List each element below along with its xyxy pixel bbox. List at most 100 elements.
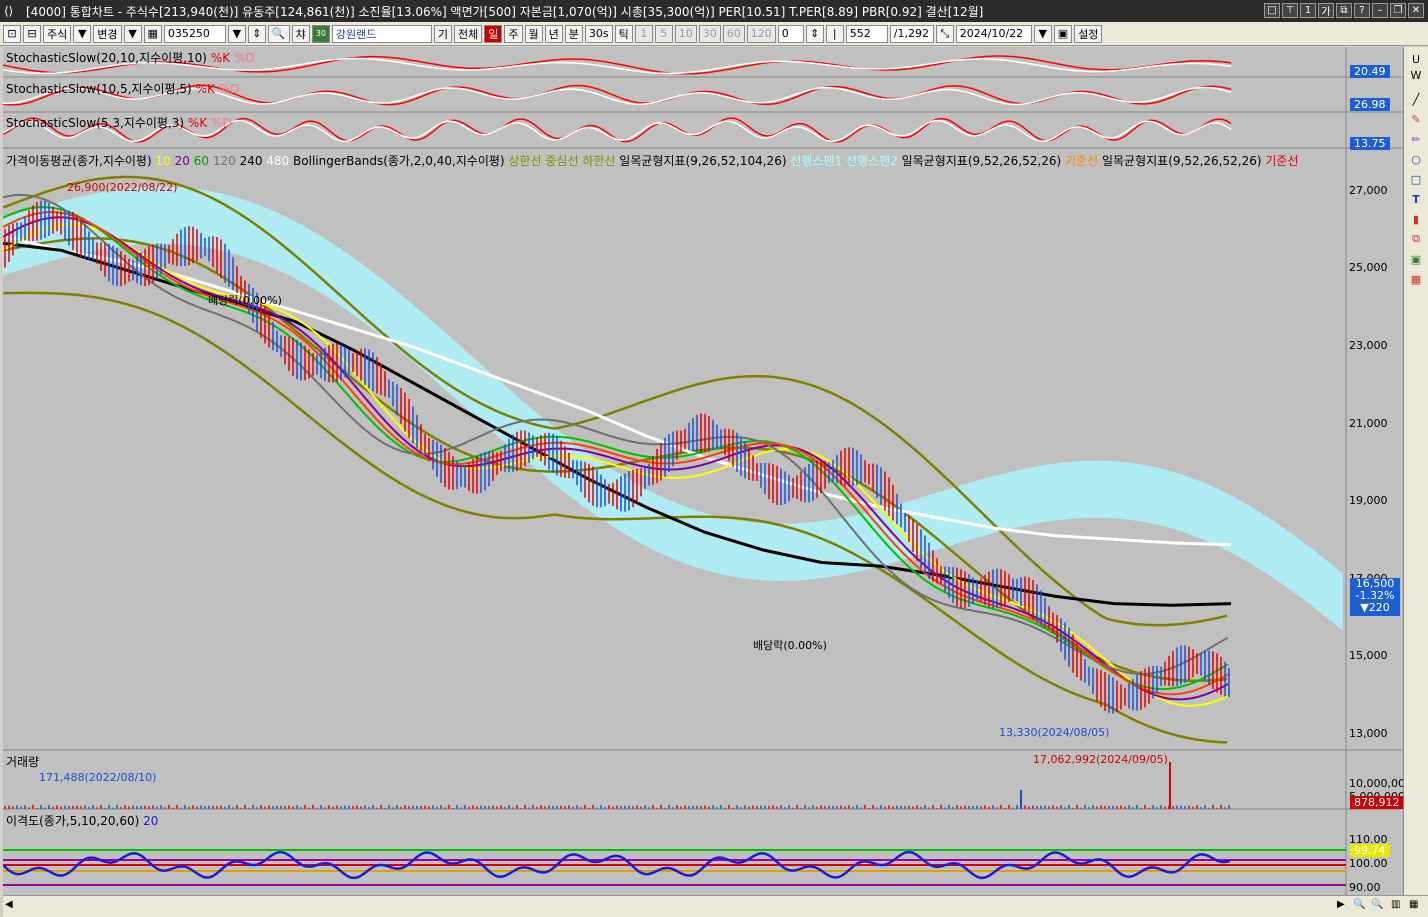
- zoom-in-icon[interactable]: 🔍: [1353, 899, 1365, 910]
- num-60[interactable]: 60: [722, 24, 745, 43]
- current-price-badge: 16,500 -1.32% ▼220: [1350, 578, 1400, 616]
- stoch2-value: 26.98: [1350, 98, 1390, 111]
- search-icon[interactable]: 🔍: [267, 24, 290, 43]
- layout-icon[interactable]: ⊡: [3, 24, 21, 43]
- disparity-ytick-90: 90.00: [1349, 881, 1381, 894]
- zoom-out-icon[interactable]: 🔍: [1371, 899, 1383, 910]
- code-button[interactable]: 30: [311, 24, 330, 43]
- ytick-27000: 27,000: [1349, 184, 1388, 197]
- period-day[interactable]: 일: [484, 24, 503, 43]
- window-title: [4000] 통합차트 - 주식수[213,940(천)] 유동주[124,86…: [26, 4, 984, 19]
- volume-peak-annotation: 17,062,992(2024/09/05): [1033, 753, 1168, 766]
- chevron-down-icon[interactable]: ▼: [227, 24, 246, 43]
- candle-icon[interactable]: ▮: [1408, 211, 1424, 227]
- ellipse-icon[interactable]: ○: [1408, 151, 1424, 167]
- stoch1-value: 20.49: [1350, 65, 1390, 78]
- stoch3-label: StochasticSlow(5,3,지수이평,3) %K %D: [6, 116, 232, 130]
- pen-icon[interactable]: ✎: [1408, 111, 1424, 127]
- scroll-right-icon[interactable]: ▶: [1337, 899, 1345, 910]
- save-layout-icon[interactable]: ⊟: [23, 24, 41, 43]
- dividend-annotation-1: 배당락(0.00%): [208, 294, 282, 307]
- disparity-ytick-100: 100.00: [1349, 857, 1388, 870]
- spinner-icon[interactable]: ⇕: [247, 24, 266, 43]
- image-icon[interactable]: ▣: [1408, 251, 1424, 267]
- disparity-label: 이격도(종가,5,10,20,60) 20: [6, 814, 159, 828]
- save-icon[interactable]: ▣: [1053, 24, 1073, 43]
- minimize-icon[interactable]: –: [1372, 3, 1388, 18]
- chart-area[interactable]: StochasticSlow(20,10,지수이평,10) %K %D 20.4…: [3, 47, 1412, 895]
- stock-name-field[interactable]: 강원랜드: [331, 24, 432, 43]
- bar-icon[interactable]: |: [825, 24, 844, 43]
- trendline-icon[interactable]: ╱: [1408, 91, 1424, 107]
- num-5[interactable]: 5: [654, 24, 673, 43]
- restore-icon[interactable]: □: [1264, 3, 1280, 18]
- period-tick[interactable]: 틱: [614, 24, 633, 43]
- grid-icon[interactable]: ▦: [1409, 899, 1418, 910]
- period-30s[interactable]: 30s: [584, 24, 613, 43]
- num-1[interactable]: 1: [634, 24, 653, 43]
- title-bar: ⟨⟩ [4000] 통합차트 - 주식수[213,940(천)] 유동주[124…: [0, 0, 1428, 22]
- count-input[interactable]: 552: [845, 24, 888, 43]
- window-controls: □ ⊤ 1 가 ⧉ ? – ❐ ✕: [1264, 3, 1424, 18]
- price-panel-legend: 가격이동평균(종가,지수이평) 10 20 60 120 240 480 Bol…: [6, 154, 1299, 168]
- zero-input[interactable]: 0: [777, 24, 804, 43]
- grid-icon[interactable]: ▦: [1408, 271, 1424, 287]
- close-icon[interactable]: ✕: [1408, 3, 1424, 18]
- unit-icon[interactable]: U: [1408, 51, 1424, 67]
- marker-icon[interactable]: ✏: [1408, 131, 1424, 147]
- stoch3-value: 13.75: [1350, 137, 1390, 150]
- copy-icon[interactable]: ⧉: [1408, 231, 1424, 247]
- zoom-icon[interactable]: ⤡: [935, 24, 954, 43]
- ichimoku-cloud: [3, 186, 1343, 631]
- chart-canvas[interactable]: [3, 47, 1403, 895]
- rectangle-icon[interactable]: □: [1408, 171, 1424, 187]
- num-30[interactable]: 30: [698, 24, 721, 43]
- num-10[interactable]: 10: [674, 24, 697, 43]
- spinner-icon[interactable]: ⇕: [805, 24, 824, 43]
- chevron-down-icon[interactable]: ▼: [123, 24, 142, 43]
- volume-label: 거래량: [6, 755, 40, 769]
- stock-code-input[interactable]: 035250: [163, 24, 226, 43]
- app-logo-icon: ⟨⟩: [4, 4, 14, 18]
- chevron-down-icon[interactable]: ▼: [73, 24, 92, 43]
- ytick-15000: 15,000: [1349, 649, 1388, 662]
- pin-icon[interactable]: ⊤: [1282, 3, 1298, 18]
- market-select[interactable]: 주식: [43, 24, 72, 43]
- horizontal-scrollbar[interactable]: ◀ ▶ 🔍 🔍 ▥ ▦: [3, 895, 1428, 917]
- change-select[interactable]: 변경: [93, 24, 122, 43]
- period-year[interactable]: 년: [544, 24, 563, 43]
- help-icon[interactable]: ?: [1354, 3, 1370, 18]
- volume-max-annotation: 171,488(2022/08/10): [39, 771, 157, 784]
- text-icon[interactable]: T: [1408, 191, 1424, 207]
- stoch1-label: StochasticSlow(20,10,지수이평,10) %K %D: [6, 51, 255, 65]
- grid-icon[interactable]: ▦: [143, 24, 162, 43]
- copy-icon[interactable]: ⧉: [1336, 3, 1352, 18]
- low-annotation: 13,330(2024/08/05): [999, 726, 1110, 739]
- panel-icon[interactable]: ▥: [1391, 899, 1400, 910]
- drawing-toolbar: U W ╱ ✎ ✏ ○ □ T ▮ ⧉ ▣ ▦: [1403, 47, 1428, 895]
- weight-icon[interactable]: W: [1408, 67, 1424, 83]
- font-icon[interactable]: 가: [1318, 3, 1334, 18]
- maximize-icon[interactable]: ❐: [1390, 3, 1406, 18]
- stoch2-label: StochasticSlow(10,5,지수이평,5) %K %D: [6, 82, 240, 96]
- ytick-19000: 19,000: [1349, 494, 1388, 507]
- ytick-23000: 23,000: [1349, 339, 1388, 352]
- dividend-annotation-2: 배당락(0.00%): [753, 639, 827, 652]
- gi-button[interactable]: 기: [433, 24, 453, 43]
- chevron-down-icon[interactable]: ▼: [1033, 24, 1052, 43]
- period-minute[interactable]: 분: [564, 24, 583, 43]
- link-icon[interactable]: 1: [1300, 3, 1316, 18]
- period-month[interactable]: 월: [524, 24, 543, 43]
- ytick-21000: 21,000: [1349, 417, 1388, 430]
- num-120[interactable]: 120: [746, 24, 776, 43]
- ytick-25000: 25,000: [1349, 261, 1388, 274]
- high-annotation: 26,900(2022/08/22): [67, 181, 178, 194]
- scroll-left-icon[interactable]: ◀: [5, 899, 13, 910]
- date-input[interactable]: 2024/10/22: [955, 24, 1032, 43]
- period-week[interactable]: 주: [504, 24, 523, 43]
- chart-button[interactable]: 챠: [291, 24, 310, 43]
- volume-value: 878,912: [1350, 796, 1404, 809]
- settings-button[interactable]: 설정: [1074, 24, 1103, 43]
- disparity-value: 99.74: [1350, 844, 1390, 857]
- all-button[interactable]: 전체: [454, 24, 483, 43]
